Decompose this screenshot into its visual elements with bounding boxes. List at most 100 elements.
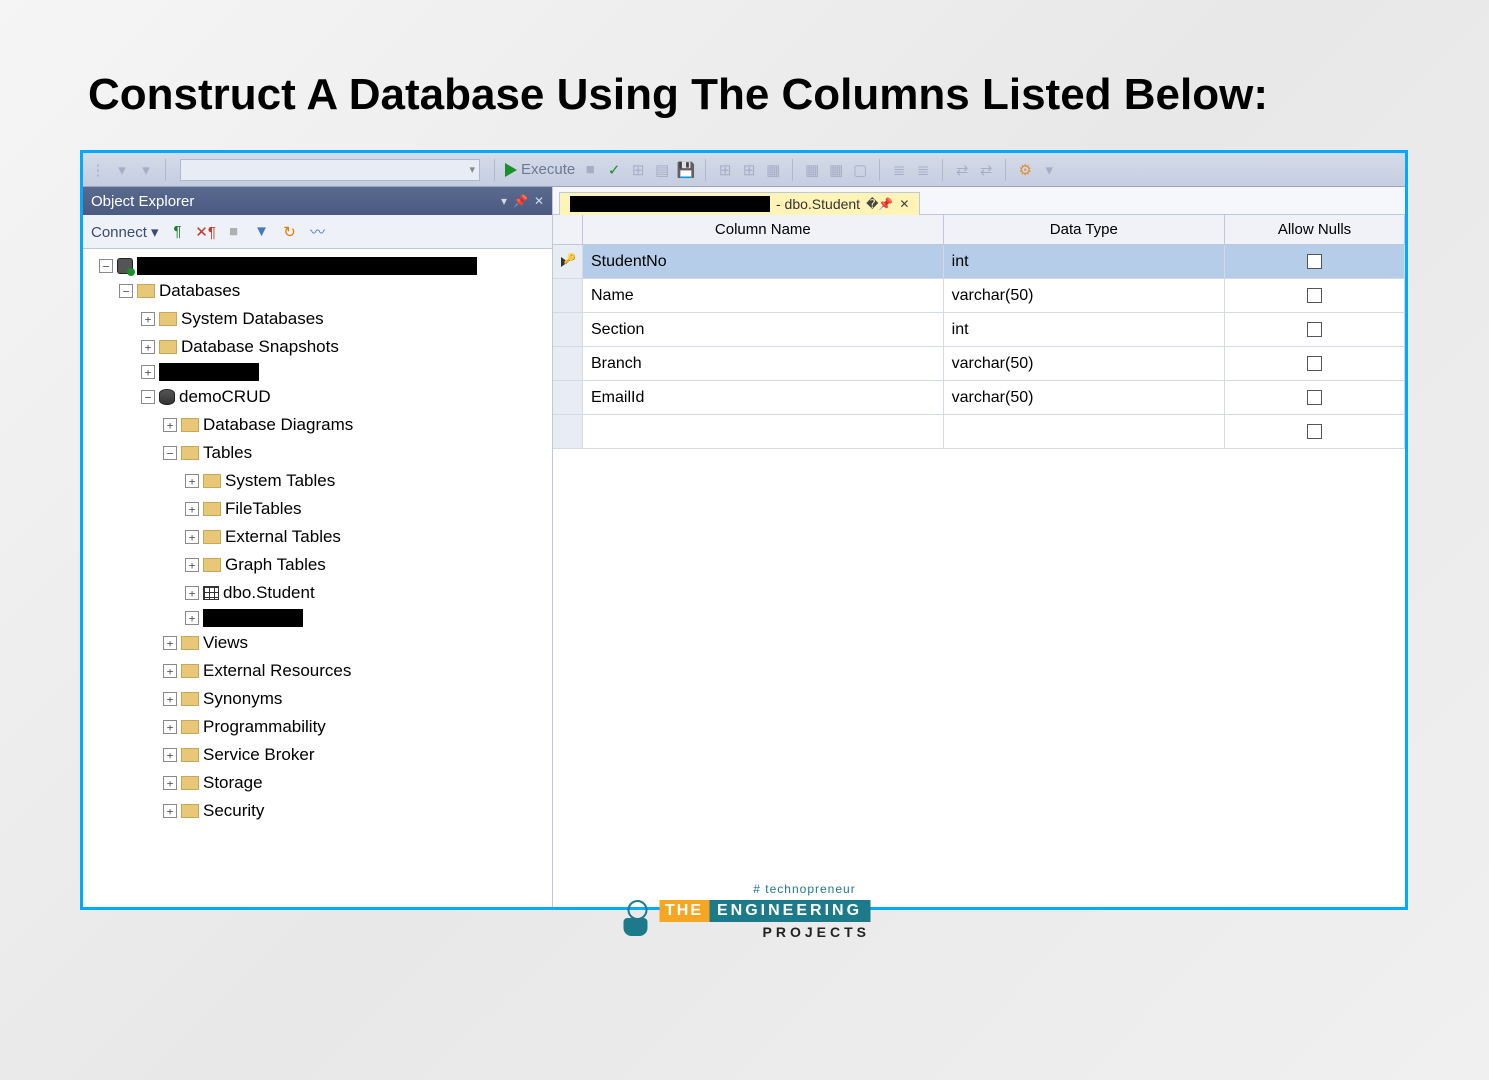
column-name-cell[interactable]: Branch (583, 347, 944, 380)
allow-nulls-checkbox[interactable] (1307, 254, 1322, 269)
stop2-icon[interactable]: ■ (225, 223, 243, 241)
tree-service-broker[interactable]: + Service Broker (87, 741, 548, 769)
allow-nulls-cell[interactable] (1225, 245, 1405, 278)
tree-server[interactable]: − (87, 255, 548, 277)
tree-storage[interactable]: + Storage (87, 769, 548, 797)
expand-icon[interactable]: + (163, 692, 177, 706)
expand-icon[interactable]: + (185, 586, 199, 600)
stop-icon[interactable]: ■ (581, 161, 599, 179)
tree-system-tables[interactable]: + System Tables (87, 467, 548, 495)
tree-dbo-student[interactable]: + dbo.Student (87, 579, 548, 607)
filter2-icon[interactable]: ▾ (137, 161, 155, 179)
tree-redacted-db[interactable]: + (87, 361, 548, 383)
column-name-cell[interactable]: Name (583, 279, 944, 312)
tree-redacted-table[interactable]: + (87, 607, 548, 629)
results2-icon[interactable]: ⊞ (740, 161, 758, 179)
filter-icon[interactable]: ▾ (113, 161, 131, 179)
allow-nulls-checkbox[interactable] (1307, 356, 1322, 371)
check-icon[interactable]: ✓ (605, 161, 623, 179)
tree-system-databases[interactable]: + System Databases (87, 305, 548, 333)
data-type-cell[interactable]: varchar(50) (944, 279, 1225, 312)
results-icon[interactable]: ⊞ (716, 161, 734, 179)
allow-nulls-checkbox[interactable] (1307, 322, 1322, 337)
allow-nulls-cell[interactable] (1225, 279, 1405, 312)
tree-synonyms[interactable]: + Synonyms (87, 685, 548, 713)
allow-nulls-checkbox[interactable] (1307, 390, 1322, 405)
tree-security[interactable]: + Security (87, 797, 548, 825)
data-type-cell[interactable] (944, 415, 1225, 448)
outdent-icon[interactable]: ≣ (914, 161, 932, 179)
column-name-cell[interactable] (583, 415, 944, 448)
tree-programmability[interactable]: + Programmability (87, 713, 548, 741)
allow-nulls-checkbox[interactable] (1307, 288, 1322, 303)
column-row[interactable]: Namevarchar(50) (553, 279, 1405, 313)
column-row[interactable]: Branchvarchar(50) (553, 347, 1405, 381)
comment-icon[interactable]: ⇄ (953, 161, 971, 179)
data-type-cell[interactable]: varchar(50) (944, 347, 1225, 380)
designer-tab[interactable]: - dbo.Student �📌 ✕ (559, 192, 920, 215)
toolbar-icon[interactable]: ⋮ (89, 161, 107, 179)
tree-database-diagrams[interactable]: + Database Diagrams (87, 411, 548, 439)
expand-icon[interactable]: + (163, 636, 177, 650)
tb-icon[interactable]: ▦ (827, 161, 845, 179)
expand-icon[interactable]: + (163, 720, 177, 734)
expand-icon[interactable]: + (185, 558, 199, 572)
tree-tables[interactable]: − Tables (87, 439, 548, 467)
tb-icon[interactable]: ▦ (803, 161, 821, 179)
column-row[interactable]: Sectionint (553, 313, 1405, 347)
allow-nulls-cell[interactable] (1225, 415, 1405, 448)
allow-nulls-cell[interactable] (1225, 313, 1405, 346)
misc-icon[interactable]: ⚙ (1016, 161, 1034, 179)
close-tab-icon[interactable]: ✕ (899, 197, 909, 211)
expand-icon[interactable]: + (185, 530, 199, 544)
pin-icon[interactable]: 📌 (513, 194, 528, 208)
collapse-icon[interactable]: − (163, 446, 177, 460)
allow-nulls-cell[interactable] (1225, 347, 1405, 380)
overflow-icon[interactable]: ▾ (1040, 161, 1058, 179)
expand-icon[interactable]: + (163, 664, 177, 678)
expand-icon[interactable]: + (163, 776, 177, 790)
row-selector[interactable] (553, 415, 583, 448)
close-icon[interactable]: ✕ (534, 194, 544, 208)
allow-nulls-cell[interactable] (1225, 381, 1405, 414)
connect-button[interactable]: Connect ▾ (91, 223, 159, 241)
dropdown-icon[interactable]: ▾ (501, 194, 507, 208)
row-selector[interactable] (553, 313, 583, 346)
collapse-icon[interactable]: − (99, 259, 113, 273)
row-selector[interactable] (553, 245, 583, 278)
filter-icon[interactable]: ▼ (253, 223, 271, 241)
tree-database-snapshots[interactable]: + Database Snapshots (87, 333, 548, 361)
data-type-cell[interactable]: int (944, 313, 1225, 346)
uncomment-icon[interactable]: ⇄ (977, 161, 995, 179)
expand-icon[interactable]: + (141, 312, 155, 326)
allow-nulls-checkbox[interactable] (1307, 424, 1322, 439)
tree-graph-tables[interactable]: + Graph Tables (87, 551, 548, 579)
row-selector[interactable] (553, 279, 583, 312)
column-name-cell[interactable]: EmailId (583, 381, 944, 414)
tree-external-resources[interactable]: + External Resources (87, 657, 548, 685)
row-selector[interactable] (553, 381, 583, 414)
expand-icon[interactable]: + (185, 502, 199, 516)
results3-icon[interactable]: ▦ (764, 161, 782, 179)
disconnect-icon[interactable]: ✕¶ (197, 223, 215, 241)
column-row[interactable]: EmailIdvarchar(50) (553, 381, 1405, 415)
collapse-icon[interactable]: − (141, 390, 155, 404)
indent-icon[interactable]: ≣ (890, 161, 908, 179)
database-dropdown[interactable]: ▾ (180, 159, 480, 181)
expand-icon[interactable]: + (163, 804, 177, 818)
expand-icon[interactable]: + (185, 474, 199, 488)
activity-icon[interactable]: 〰 (309, 223, 327, 241)
expand-icon[interactable]: + (163, 418, 177, 432)
row-selector[interactable] (553, 347, 583, 380)
plan-icon[interactable]: ▤ (653, 161, 671, 179)
parse-icon[interactable]: ⊞ (629, 161, 647, 179)
column-row[interactable] (553, 415, 1405, 449)
data-type-cell[interactable]: varchar(50) (944, 381, 1225, 414)
object-tree[interactable]: − − Databases + System Databases + (83, 249, 552, 907)
expand-icon[interactable]: + (185, 611, 199, 625)
expand-icon[interactable]: + (141, 340, 155, 354)
tree-views[interactable]: + Views (87, 629, 548, 657)
collapse-icon[interactable]: − (119, 284, 133, 298)
column-name-cell[interactable]: StudentNo (583, 245, 944, 278)
column-name-cell[interactable]: Section (583, 313, 944, 346)
